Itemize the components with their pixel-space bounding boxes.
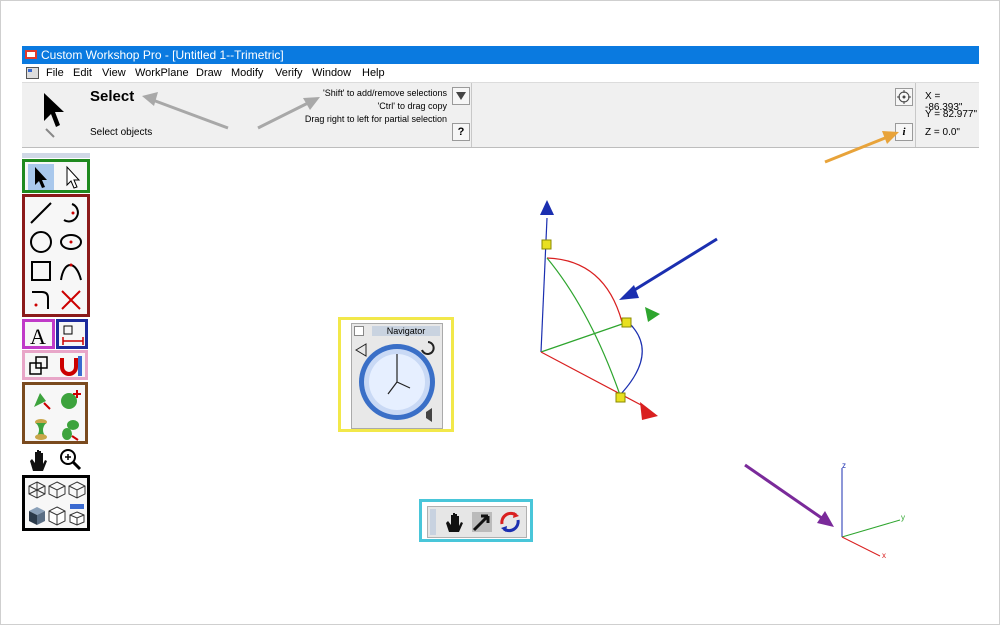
gray-annotation-arrow-1 <box>142 92 229 130</box>
navigator-close-box[interactable] <box>354 326 364 336</box>
axis-label-y: y <box>901 513 905 522</box>
orange-annotation-arrow <box>824 131 899 164</box>
hand-icon[interactable] <box>442 510 466 534</box>
gray-annotation-arrow-2 <box>257 97 320 130</box>
navigator-title: Navigator <box>372 326 440 336</box>
axis-label-x: x <box>882 551 886 560</box>
purple-annotation-arrow <box>744 463 834 527</box>
axis-label-z: z <box>842 461 846 470</box>
3d-manipulator-triad[interactable] <box>540 200 660 420</box>
x-handle[interactable] <box>615 392 626 403</box>
orbit-icon[interactable] <box>498 510 522 534</box>
navigator-rotate-left-icon <box>355 343 367 357</box>
view-toolbar-body <box>427 506 527 538</box>
view-toolbar <box>419 499 533 542</box>
navigator-orb[interactable] <box>352 336 442 428</box>
view-toolbar-handle[interactable] <box>430 509 436 535</box>
navigator-panel: Navigator <box>338 317 454 432</box>
navigator-rotate-right-icon <box>421 341 435 355</box>
rotate-view-icon[interactable] <box>470 510 494 534</box>
z-handle[interactable] <box>541 239 552 250</box>
navigator-speaker-icon <box>426 408 432 422</box>
y-handle[interactable] <box>621 317 632 328</box>
blue-annotation-arrow <box>619 237 718 300</box>
world-axes-indicator <box>841 468 901 557</box>
navigator-body: Navigator <box>351 323 443 429</box>
